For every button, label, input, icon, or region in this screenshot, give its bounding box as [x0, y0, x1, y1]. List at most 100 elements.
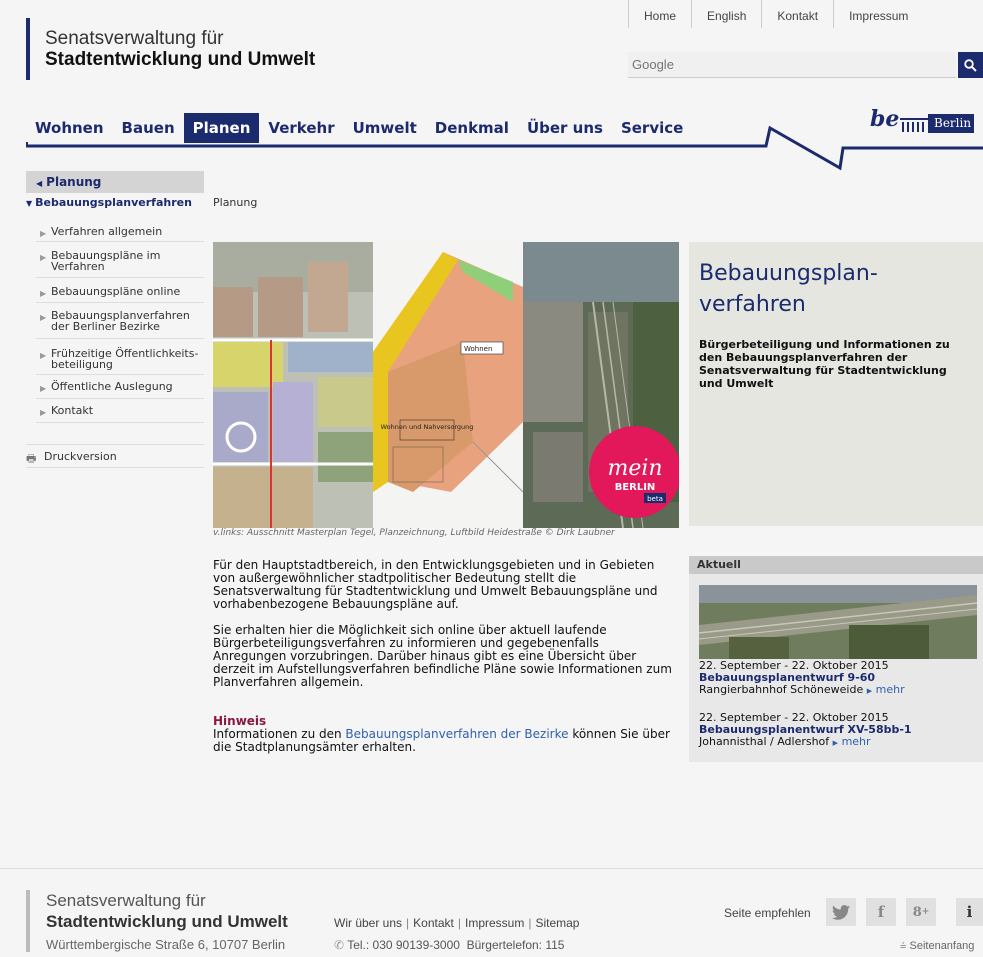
- recommend-label: Seite empfehlen: [724, 906, 811, 920]
- plan-label-wohnen-nahversorgung: Wohnen und Nahversorgung: [381, 423, 474, 431]
- sidebar-item-label: Verfahren allgemein: [51, 225, 163, 238]
- org-name-line1[interactable]: Senatsverwaltung für: [45, 28, 224, 50]
- back-to-top-link[interactable]: ⩮ Seitenanfang: [900, 940, 974, 953]
- print-label: Druckversion: [44, 450, 117, 463]
- triangle-right-icon: ▶: [40, 289, 47, 298]
- sidebar-parent-planung[interactable]: ◀ Planung: [26, 171, 204, 193]
- nav-underline-zigzag: [26, 125, 983, 171]
- sidebar-item-verfahren-allgemein[interactable]: ▶ Verfahren allgemein: [36, 222, 204, 242]
- chevron-down-icon: ▼: [26, 199, 33, 208]
- triangle-right-icon: ▶: [40, 384, 47, 393]
- sidebar-item-bebauungsplaene-online[interactable]: ▶ Bebauungspläne online: [36, 281, 204, 303]
- aktuell-heading: Aktuell: [689, 556, 983, 574]
- arrow-up-icon: ⩮: [900, 940, 907, 952]
- more-link[interactable]: ▶ mehr: [833, 735, 871, 748]
- main-text: Für den Hauptstadtbereich, in den Entwic…: [213, 559, 675, 754]
- sidebar-item-oeffentliche-auslegung[interactable]: ▶ Öffentliche Auslegung: [36, 377, 204, 399]
- sidebar-item-label: Öffentliche Auslegung: [51, 380, 173, 393]
- footer-org-line1: Senatsverwaltung für: [46, 891, 206, 910]
- news-place: Rangierbahnhof Schöneweide: [699, 683, 864, 696]
- org-name-line2[interactable]: Stadtentwicklung und Umwelt: [45, 49, 315, 71]
- mein-berlin-text: mein: [607, 456, 662, 481]
- plan-label-wohnen: Wohnen: [464, 345, 492, 353]
- sidebar-item-berliner-bezirke[interactable]: ▶ Bebauungsplanverfahren der Berliner Bez…: [36, 306, 204, 339]
- news-photo[interactable]: [699, 585, 977, 659]
- footer-logo-bar: [26, 890, 30, 952]
- brandenburg-gate-icon: [900, 118, 928, 132]
- berlin-logo-box[interactable]: Berlin: [928, 114, 975, 133]
- more-label: mehr: [841, 735, 871, 748]
- separator: |: [457, 916, 461, 930]
- facebook-icon[interactable]: f: [866, 898, 896, 926]
- footer-phone: ✆ Tel.: 030 90139-3000 Bürgertelefon: 11…: [334, 938, 564, 952]
- back-to-top-label: Seitenanfang: [909, 940, 975, 952]
- triangle-right-icon: ▶: [40, 229, 47, 238]
- sidebar-item-fruehzeitige-beteiligung[interactable]: ▶ Frühzeitige Öffentlichkeits-beteiligung: [36, 344, 204, 375]
- sidebar-current-label: Bebauungsplanverfahren: [35, 196, 192, 209]
- bezirke-link[interactable]: Bebauungsplanverfahren der Bezirke: [345, 727, 568, 741]
- title-box: Bebauungsplan-verfahren Bürgerbeteiligun…: [689, 242, 983, 526]
- print-version-link[interactable]: Druckversion: [26, 444, 204, 468]
- sidebar-item-bebauungsplaene-im-verfahren[interactable]: ▶ Bebauungspläne im Verfahren: [36, 246, 204, 278]
- footer-tel: Tel.: 030 90139-3000: [347, 938, 460, 952]
- chevron-left-icon: ◀: [36, 179, 43, 188]
- triangle-right-icon: ▶: [40, 351, 47, 360]
- news-place-line: Johannisthal / Adlershof ▶ mehr: [699, 736, 912, 749]
- search-icon: [964, 58, 977, 72]
- footer-link-sitemap[interactable]: Sitemap: [535, 916, 579, 930]
- footer-buergertelefon: Bürgertelefon: 115: [466, 938, 565, 952]
- footer-link-kontakt[interactable]: Kontakt: [413, 916, 454, 930]
- google-plus-icon[interactable]: 8 +: [906, 898, 936, 926]
- page-title: Bebauungsplan-verfahren: [699, 261, 878, 317]
- search-button[interactable]: [958, 52, 983, 78]
- triangle-right-icon: ▶: [832, 739, 839, 747]
- news-place: Johannisthal / Adlershof: [699, 735, 830, 748]
- impressum-link[interactable]: Impressum: [833, 0, 936, 28]
- triangle-right-icon: ▶: [40, 313, 47, 322]
- teaser-image: Wohnen Wohnen und Nahversorgung mein BER…: [213, 242, 679, 528]
- sidebar-item-kontakt[interactable]: ▶ Kontakt: [36, 401, 204, 423]
- sidebar-item-label: Bebauungsplanverfahren der Berliner Bezi…: [51, 309, 190, 333]
- hinweis-text-pre: Informationen zu den: [213, 727, 346, 741]
- kontakt-link[interactable]: Kontakt: [761, 0, 833, 28]
- mein-berlin-berlin-text: BERLIN: [615, 482, 656, 493]
- intro-paragraph-2: Sie erhalten hier die Möglichkeit sich o…: [213, 623, 672, 689]
- english-link[interactable]: English: [691, 0, 761, 28]
- search-input[interactable]: [628, 52, 956, 78]
- footer-link-impressum[interactable]: Impressum: [465, 916, 524, 930]
- twitter-icon[interactable]: [826, 898, 856, 926]
- news-item-1[interactable]: 22. September - 22. Oktober 2015 Bebauun…: [699, 660, 905, 697]
- footer-link-wir-ueber-uns[interactable]: Wir über uns: [334, 916, 402, 930]
- sidebar-item-label: Kontakt: [51, 404, 94, 417]
- footer-links: Wir über uns | Kontakt | Impressum | Sitemap: [334, 916, 579, 930]
- separator: |: [528, 916, 532, 930]
- sidebar-item-label: Bebauungspläne online: [51, 285, 181, 298]
- triangle-right-icon: ▶: [40, 408, 47, 417]
- page-subtitle: Bürgerbeteiligung und Informationen zu d…: [699, 338, 950, 390]
- printer-icon: 🖶: [26, 452, 37, 465]
- breadcrumb[interactable]: Planung: [213, 196, 257, 209]
- mein-berlin-beta-text: beta: [647, 495, 663, 503]
- separator: |: [406, 916, 410, 930]
- more-link[interactable]: ▶ mehr: [867, 683, 905, 696]
- sidebar-current-item[interactable]: ▼ Bebauungsplanverfahren: [26, 196, 192, 209]
- triangle-right-icon: ▶: [866, 687, 873, 695]
- image-caption: v.links: Ausschnitt Masterplan Tegel, Pl…: [213, 528, 615, 538]
- sidebar-item-label: Frühzeitige Öffentlichkeits-beteiligung: [51, 347, 199, 371]
- hinweis-paragraph: Informationen zu den Bebauungsplanverfah…: [213, 728, 675, 754]
- footer-address: Württembergische Straße 6, 10707 Berlin: [46, 937, 286, 952]
- footer-org-line2: Stadtentwicklung und Umwelt: [46, 912, 288, 931]
- logo-bar: [26, 18, 30, 80]
- intro-paragraph-1: Für den Hauptstadtbereich, in den Entwic…: [213, 558, 658, 611]
- sidebar-item-label: Bebauungspläne im Verfahren: [51, 249, 161, 273]
- berlin-be-logo[interactable]: be: [870, 106, 899, 132]
- more-label: mehr: [875, 683, 905, 696]
- footer-divider: [0, 868, 983, 869]
- news-item-2[interactable]: 22. September - 22. Oktober 2015 Bebauun…: [699, 712, 912, 749]
- news-place-line: Rangierbahnhof Schöneweide ▶ mehr: [699, 684, 905, 697]
- sidebar-parent-label: Planung: [46, 175, 102, 189]
- service-nav: Home English Kontakt Impressum: [628, 0, 936, 28]
- info-icon[interactable]: i: [956, 898, 983, 926]
- home-link[interactable]: Home: [628, 0, 691, 28]
- phone-icon: ✆: [334, 938, 345, 952]
